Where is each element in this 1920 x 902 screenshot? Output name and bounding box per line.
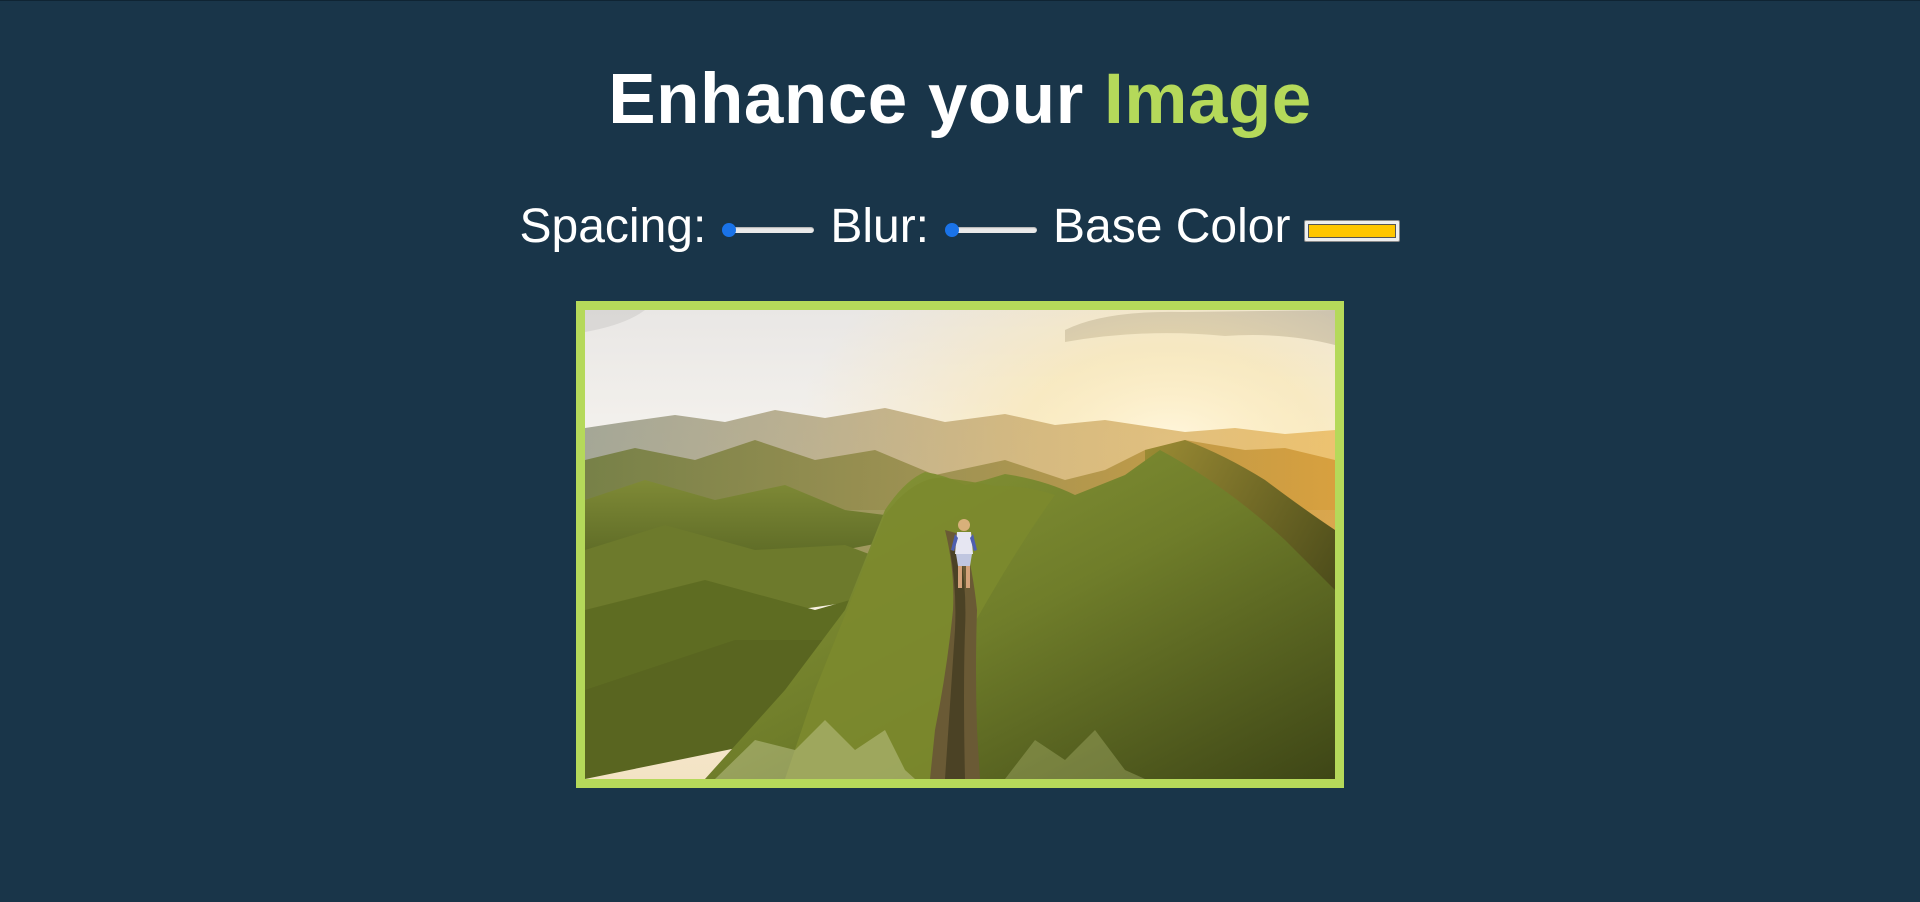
spacing-slider[interactable]	[722, 220, 815, 240]
blur-label: Blur:	[830, 200, 930, 253]
page: Enhance your Image Spacing: Blur: Base C…	[0, 0, 1920, 902]
spacing-slider-thumb[interactable]	[722, 223, 737, 237]
blur-slider-track	[949, 227, 1038, 233]
title-accent-text: Image	[1104, 60, 1312, 139]
title-text: Enhance your	[608, 60, 1084, 139]
base-color-picker[interactable]	[1304, 220, 1401, 242]
page-title: Enhance your Image	[0, 57, 1920, 143]
base-color-label: Base Color	[1053, 200, 1291, 253]
spacing-label: Spacing:	[519, 200, 707, 253]
base-color-swatch	[1308, 224, 1397, 238]
spacing-slider-track	[726, 227, 815, 233]
controls-bar: Spacing: Blur: Base Color	[0, 197, 1920, 257]
image-frame	[576, 301, 1344, 788]
blur-slider[interactable]	[945, 220, 1038, 240]
blur-slider-thumb[interactable]	[945, 223, 960, 237]
mountain-hiker-image	[585, 310, 1335, 779]
